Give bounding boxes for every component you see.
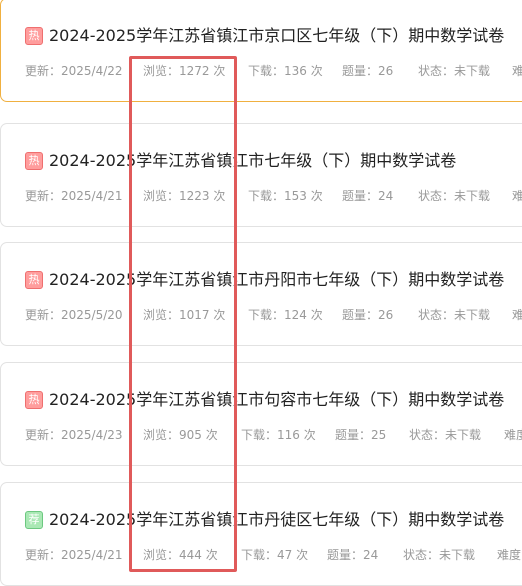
- hot-badge-icon: 热: [25, 152, 43, 170]
- download-status: 状态：未下载: [418, 189, 491, 203]
- hot-badge-icon: 热: [25, 27, 43, 45]
- download-status: 状态：未下载: [418, 64, 491, 78]
- difficulty-label: 难度: [512, 308, 522, 322]
- hot-badge-icon: 热: [25, 271, 43, 289]
- view-count: 浏览：1223 次: [143, 189, 226, 203]
- exam-title-link[interactable]: 2024-2025学年江苏省镇江市句容市七年级（下）期中数学试卷: [49, 387, 504, 413]
- question-count: 题量：26: [342, 308, 394, 322]
- question-count: 题量：25: [335, 428, 387, 442]
- question-count: 题量：24: [342, 189, 394, 203]
- question-count: 题量：26: [342, 64, 394, 78]
- difficulty-label: 难度: [497, 548, 522, 562]
- exam-title-link[interactable]: 2024-2025学年江苏省镇江市京口区七年级（下）期中数学试卷: [49, 23, 504, 49]
- exam-list-page: 热 2024-2025学年江苏省镇江市京口区七年级（下）期中数学试卷 更新：20…: [0, 0, 522, 586]
- exam-card[interactable]: 热 2024-2025学年江苏省镇江市七年级（下）期中数学试卷 更新：2025/…: [0, 123, 522, 227]
- exam-card[interactable]: 荐 2024-2025学年江苏省镇江市丹徒区七年级（下）期中数学试卷 更新：20…: [0, 482, 522, 586]
- update-date: 更新：2025/4/21: [25, 189, 123, 203]
- exam-card[interactable]: 热 2024-2025学年江苏省镇江市句容市七年级（下）期中数学试卷 更新：20…: [0, 362, 522, 466]
- exam-title-link[interactable]: 2024-2025学年江苏省镇江市丹徒区七年级（下）期中数学试卷: [49, 507, 504, 533]
- exam-title-link[interactable]: 2024-2025学年江苏省镇江市丹阳市七年级（下）期中数学试卷: [49, 267, 504, 293]
- download-count: 下载：47 次: [241, 548, 309, 562]
- exam-title-link[interactable]: 2024-2025学年江苏省镇江市七年级（下）期中数学试卷: [49, 148, 456, 174]
- question-count: 题量：24: [327, 548, 379, 562]
- update-date: 更新：2025/4/21: [25, 548, 123, 562]
- download-status: 状态：未下载: [403, 548, 476, 562]
- download-count: 下载：153 次: [248, 189, 323, 203]
- update-date: 更新：2025/5/20: [25, 308, 123, 322]
- update-date: 更新：2025/4/23: [25, 428, 123, 442]
- download-status: 状态：未下载: [409, 428, 482, 442]
- recommend-badge-icon: 荐: [25, 511, 43, 529]
- difficulty-label: 难度: [512, 189, 522, 203]
- download-count: 下载：136 次: [248, 64, 323, 78]
- view-count: 浏览：444 次: [143, 548, 218, 562]
- difficulty-label: 难度: [504, 428, 522, 442]
- view-count: 浏览：1017 次: [143, 308, 226, 322]
- difficulty-label: 难度: [512, 64, 522, 78]
- download-count: 下载：124 次: [248, 308, 323, 322]
- view-count: 浏览：905 次: [143, 428, 218, 442]
- exam-card[interactable]: 热 2024-2025学年江苏省镇江市京口区七年级（下）期中数学试卷 更新：20…: [0, 0, 522, 102]
- update-date: 更新：2025/4/22: [25, 64, 123, 78]
- download-count: 下载：116 次: [241, 428, 316, 442]
- view-count: 浏览：1272 次: [143, 64, 226, 78]
- download-status: 状态：未下载: [418, 308, 491, 322]
- exam-card[interactable]: 热 2024-2025学年江苏省镇江市丹阳市七年级（下）期中数学试卷 更新：20…: [0, 242, 522, 346]
- hot-badge-icon: 热: [25, 391, 43, 409]
